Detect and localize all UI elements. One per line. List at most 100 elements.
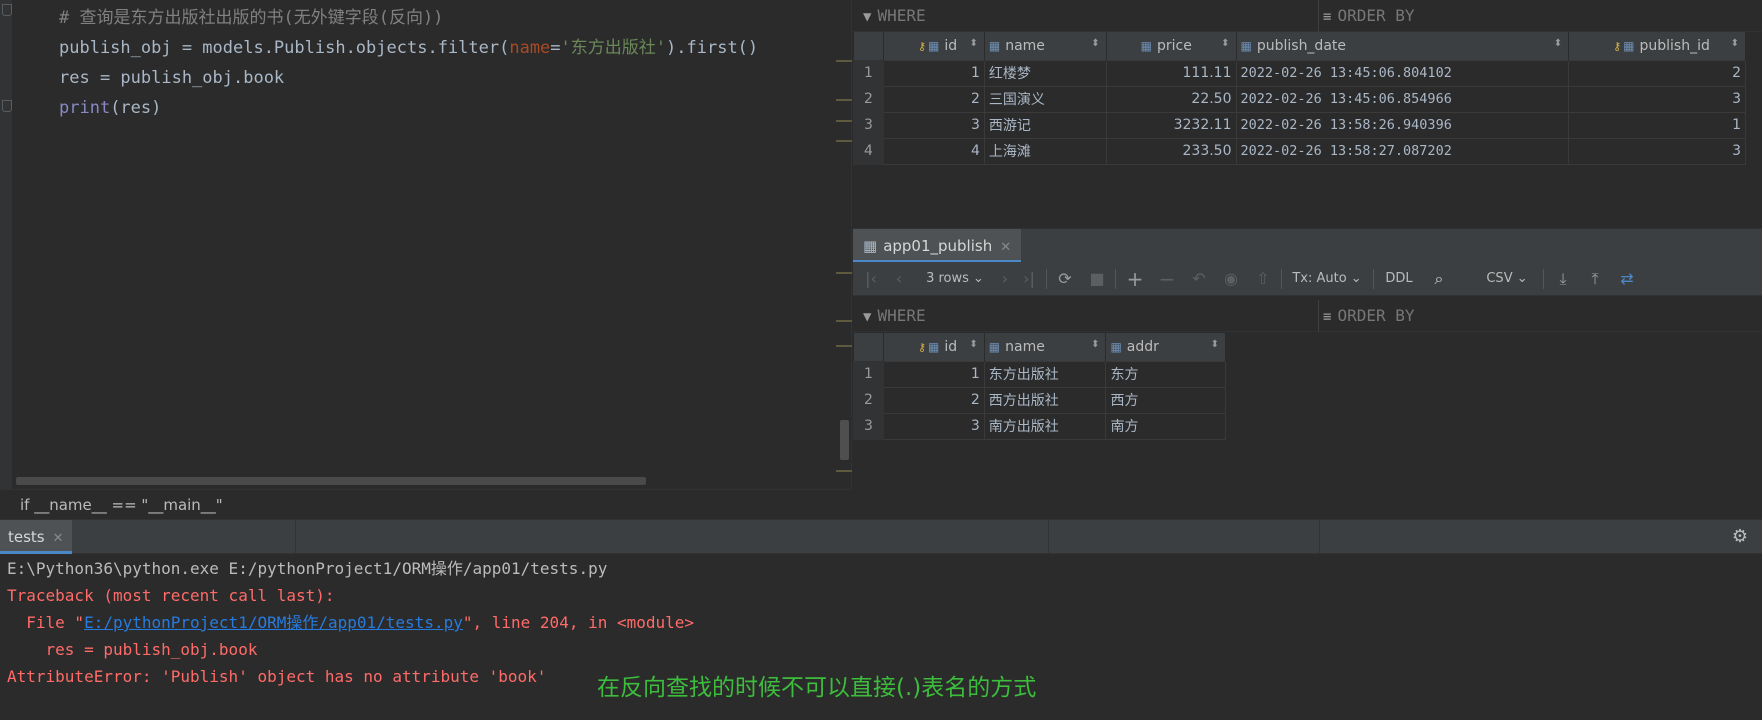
error-stripe-marker[interactable]: [836, 60, 852, 62]
cell-id[interactable]: 4: [882, 137, 985, 165]
error-stripe-marker[interactable]: [836, 345, 852, 347]
error-stripe-marker[interactable]: [836, 140, 852, 142]
sort-arrows-icon[interactable]: ⬍: [1211, 339, 1219, 350]
cell-addr[interactable]: 东方: [1105, 360, 1226, 388]
column-header-id[interactable]: ⚷ ▦ id ⬍: [883, 32, 985, 60]
column-header-name[interactable]: ▦ name ⬍: [984, 333, 1107, 361]
code-line-4[interactable]: print(res): [59, 93, 161, 123]
order-by-filter[interactable]: ≡ ORDER BY: [1323, 0, 1415, 32]
fold-marker-icon[interactable]: [2, 4, 12, 16]
revert-icon[interactable]: ↶: [1187, 262, 1211, 296]
column-header-id[interactable]: ⚷ ▦ id ⬍: [883, 333, 985, 361]
error-stripe-marker[interactable]: [836, 272, 852, 274]
cell-publish-id[interactable]: 3: [1568, 85, 1746, 113]
cell-id[interactable]: 1: [882, 59, 985, 87]
column-header-price[interactable]: ▦ price ⬍: [1106, 32, 1237, 60]
sort-arrows-icon[interactable]: ⬍: [1091, 339, 1099, 350]
error-stripe-marker[interactable]: [836, 99, 852, 101]
column-header-addr[interactable]: ▦ addr ⬍: [1105, 333, 1226, 361]
run-tab-tests[interactable]: tests ✕: [0, 520, 72, 554]
upload-icon[interactable]: ⤒: [1583, 262, 1607, 296]
books-table[interactable]: ⚷ ▦ id ⬍ ▦ name ⬍ ▦ price ⬍ ▦ publish_date ⬍ ⚷ ▦ pu…: [853, 32, 1746, 165]
error-stripe-marker[interactable]: [836, 120, 852, 122]
cell-publish-date[interactable]: 2022-02-26 13:58:26.940396: [1235, 111, 1570, 139]
code-line-1[interactable]: # 查询是东方出版社出版的书(无外键字段(反向)): [59, 3, 443, 33]
preview-icon[interactable]: ◉: [1219, 262, 1243, 296]
cell-addr[interactable]: 西方: [1105, 386, 1226, 414]
sort-arrows-icon[interactable]: ⬍: [1221, 38, 1229, 49]
cell-id[interactable]: 3: [882, 111, 985, 139]
table-row[interactable]: 1 1 东方出版社 东方: [853, 360, 1226, 388]
cell-publish-id[interactable]: 3: [1568, 137, 1746, 165]
cell-id[interactable]: 2: [882, 85, 985, 113]
order-by-filter[interactable]: ≡ ORDER BY: [1323, 300, 1415, 332]
file-link[interactable]: E:/pythonProject1/ORM操作/app01/tests.py: [84, 613, 463, 632]
table-row[interactable]: 2 2 三国演义 22.50 2022-02-26 13:45:06.85496…: [853, 85, 1746, 113]
code-breadcrumb[interactable]: if __name__ == "__main__": [0, 489, 852, 519]
cell-name[interactable]: 上海滩: [983, 137, 1107, 165]
delete-row-icon[interactable]: −: [1155, 262, 1179, 296]
publish-table[interactable]: ⚷ ▦ id ⬍ ▦ name ⬍ ▦ addr ⬍ 1 1 东方出版社 东方 2 2 西方出…: [853, 333, 1226, 440]
last-page-icon[interactable]: ›|: [1019, 262, 1039, 296]
table-row[interactable]: 3 3 西游记 3232.11 2022-02-26 13:58:26.9403…: [853, 111, 1746, 139]
compare-icon[interactable]: ⇄: [1615, 262, 1639, 296]
cell-publish-date[interactable]: 2022-02-26 13:45:06.854966: [1235, 85, 1570, 113]
cell-price[interactable]: 22.50: [1105, 85, 1237, 113]
tab-app01-publish[interactable]: ▦ app01_publish ✕: [853, 229, 1022, 263]
cell-id[interactable]: 3: [882, 412, 985, 440]
horizontal-scrollbar[interactable]: [16, 477, 646, 485]
table-row[interactable]: 2 2 西方出版社 西方: [853, 386, 1226, 414]
first-page-icon[interactable]: |‹: [861, 262, 881, 296]
row-count-dropdown[interactable]: 3 rows ⌄: [921, 262, 989, 296]
sort-arrows-icon[interactable]: ⬍: [969, 38, 977, 49]
cell-publish-id[interactable]: 1: [1568, 111, 1746, 139]
sort-arrows-icon[interactable]: ⬍: [1091, 38, 1099, 49]
cell-id[interactable]: 1: [882, 360, 985, 388]
export-format-dropdown[interactable]: CSV ⌄: [1477, 262, 1537, 296]
add-row-icon[interactable]: +: [1123, 262, 1147, 296]
ddl-button[interactable]: DDL: [1381, 262, 1417, 296]
cell-publish-date[interactable]: 2022-02-26 13:45:06.804102: [1235, 59, 1570, 87]
cell-name[interactable]: 西游记: [983, 111, 1107, 139]
stop-icon[interactable]: ■: [1085, 262, 1109, 296]
sort-arrows-icon[interactable]: ⬍: [1554, 38, 1562, 49]
next-page-icon[interactable]: ›: [995, 262, 1015, 296]
column-header-publish-date[interactable]: ▦ publish_date ⬍: [1236, 32, 1570, 60]
cell-name[interactable]: 南方出版社: [983, 412, 1107, 440]
code-line-3[interactable]: res = publish_obj.book: [59, 63, 284, 93]
table-row[interactable]: 4 4 上海滩 233.50 2022-02-26 13:58:27.08720…: [853, 137, 1746, 165]
sort-arrows-icon[interactable]: ⬍: [969, 339, 977, 350]
download-icon[interactable]: ⤓: [1551, 262, 1575, 296]
fold-marker-icon[interactable]: [2, 100, 12, 112]
cell-name[interactable]: 红楼梦: [983, 59, 1107, 87]
cell-id[interactable]: 2: [882, 386, 985, 414]
where-filter[interactable]: ▼ WHERE: [863, 300, 926, 332]
code-line-2[interactable]: publish_obj = models.Publish.objects.fil…: [59, 33, 758, 63]
where-filter[interactable]: ▼ WHERE: [863, 0, 926, 32]
cell-price[interactable]: 111.11: [1105, 59, 1237, 87]
gear-icon[interactable]: ⚙: [1732, 526, 1748, 547]
cell-addr[interactable]: 南方: [1105, 412, 1226, 440]
close-icon[interactable]: ✕: [53, 531, 64, 546]
cell-price[interactable]: 233.50: [1105, 137, 1237, 165]
column-header-publish-id[interactable]: ⚷ ▦ publish_id ⬍: [1568, 32, 1746, 60]
sort-arrows-icon[interactable]: ⬍: [1731, 38, 1739, 49]
transaction-mode-dropdown[interactable]: Tx: Auto ⌄: [1289, 262, 1365, 296]
cell-price[interactable]: 3232.11: [1105, 111, 1237, 139]
search-icon[interactable]: ⌕: [1427, 262, 1451, 296]
submit-icon[interactable]: ⇧: [1251, 262, 1275, 296]
cell-publish-id[interactable]: 2: [1568, 59, 1746, 87]
table-row[interactable]: 3 3 南方出版社 南方: [853, 412, 1226, 440]
vertical-scrollbar[interactable]: [840, 420, 849, 460]
cell-name[interactable]: 三国演义: [983, 85, 1107, 113]
cell-name[interactable]: 东方出版社: [983, 360, 1107, 388]
table-row[interactable]: 1 1 红楼梦 111.11 2022-02-26 13:45:06.80410…: [853, 59, 1746, 87]
refresh-icon[interactable]: ⟳: [1053, 262, 1077, 296]
error-stripe-marker[interactable]: [836, 320, 852, 322]
close-icon[interactable]: ✕: [1000, 240, 1011, 255]
error-stripe-marker[interactable]: [836, 470, 852, 472]
previous-page-icon[interactable]: ‹: [889, 262, 909, 296]
column-header-name[interactable]: ▦ name ⬍: [984, 32, 1107, 60]
code-editor[interactable]: # 查询是东方出版社出版的书(无外键字段(反向)) publish_obj = …: [0, 0, 852, 489]
cell-publish-date[interactable]: 2022-02-26 13:58:27.087202: [1235, 137, 1570, 165]
